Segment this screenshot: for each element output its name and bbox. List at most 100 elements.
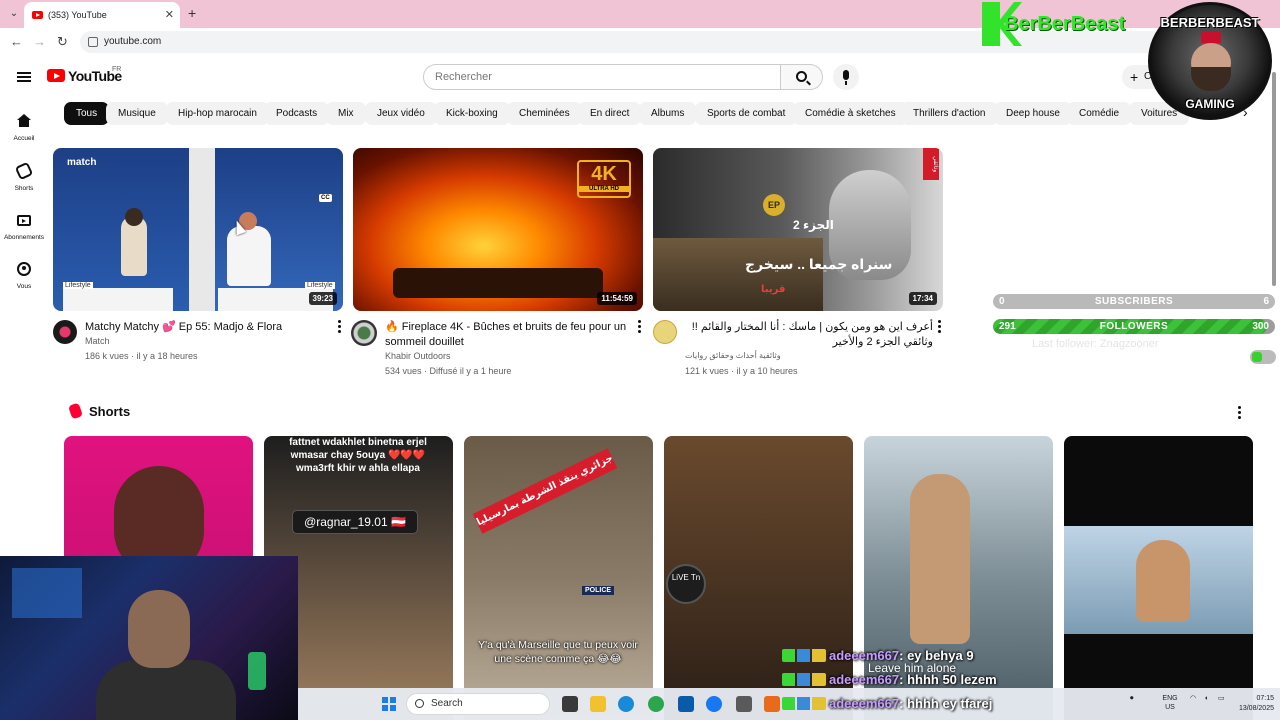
search-button[interactable] — [781, 64, 823, 90]
chip-deep-house[interactable]: Deep house — [994, 102, 1072, 125]
tab-list-button[interactable]: ⌄ — [6, 6, 22, 22]
video-card[interactable]: match Lifestyle Lifestyle CC 39:23 Match… — [53, 148, 345, 388]
sidebar-item-label: Abonnements — [3, 234, 45, 241]
sidebar-item-you[interactable]: Vous — [0, 252, 48, 296]
more-actions-icon[interactable] — [937, 320, 941, 334]
volume-icon[interactable]: ◖ — [1204, 694, 1208, 703]
guide-sidebar: Accueil Shorts Abonnements Vous — [0, 98, 48, 598]
video-title[interactable]: أعرف اين هو ومن يكون | ماسك : أنا المختا… — [685, 320, 933, 349]
voice-search-icon[interactable] — [833, 64, 859, 90]
youtube-favicon-icon — [32, 11, 43, 19]
chat-message: adeeem667: hhhh 50 lezem — [782, 672, 997, 692]
webcam-monitor — [12, 568, 82, 618]
chat-message: adeeem667: ey behya 9 — [782, 648, 974, 668]
back-arrow-icon[interactable]: ← — [10, 34, 23, 49]
new-tab-button[interactable]: + — [188, 5, 196, 21]
chip-en-direct[interactable]: En direct — [578, 102, 642, 125]
windows-start-icon[interactable] — [382, 697, 396, 711]
shorts-section-title: Shorts — [67, 402, 130, 420]
you-icon — [17, 262, 31, 276]
chip-comedie-a-sketches[interactable]: Comédie à sketches — [793, 102, 908, 125]
search-input[interactable]: Rechercher — [423, 64, 781, 90]
sidebar-item-home[interactable]: Accueil — [0, 104, 48, 148]
menu-icon[interactable] — [17, 72, 31, 82]
chip-sports-de-combat[interactable]: Sports de combat — [695, 102, 798, 125]
more-actions-icon[interactable] — [637, 320, 641, 334]
channel-avatar[interactable] — [351, 320, 377, 346]
subscriptions-icon — [17, 215, 31, 226]
clock-time: 07:15 — [1256, 695, 1274, 702]
filter-chips-bar: Tous Musique Hip-hop marocain Podcasts M… — [64, 102, 1264, 126]
chat-badges-icon — [782, 697, 826, 710]
shorts-more-icon[interactable] — [1238, 406, 1242, 420]
scrollbar-thumb[interactable] — [1272, 72, 1276, 286]
page-scrollbar[interactable] — [1270, 62, 1278, 688]
chip-jeux-video[interactable]: Jeux vidéo — [365, 102, 437, 125]
more-actions-icon[interactable] — [337, 320, 341, 334]
screen: { "browser": { "tab_title": "(353) YouTu… — [0, 0, 1280, 720]
video-thumbnail[interactable]: match Lifestyle Lifestyle CC 39:23 — [53, 148, 343, 311]
chat-badges-icon — [782, 649, 826, 662]
last-follower-text: Last follower: Znagzooner — [1032, 338, 1159, 350]
chat-badges-icon — [782, 673, 826, 686]
4k-badge-small: ULTRA HD — [579, 186, 629, 192]
goal-target: 300 — [1252, 321, 1269, 332]
reload-icon[interactable]: ↻ — [57, 34, 68, 50]
site-info-icon[interactable] — [88, 37, 98, 47]
microphone-tray-icon[interactable]: ⏺ — [1130, 694, 1134, 703]
fez-icon — [1201, 31, 1221, 43]
thumb-lifestyle-label: Lifestyle — [305, 282, 335, 289]
channel-name[interactable]: Khabir Outdoors — [385, 351, 451, 361]
youtube-logo-icon[interactable] — [47, 69, 65, 82]
chip-hiphop-marocain[interactable]: Hip-hop marocain — [166, 102, 269, 125]
obs-icon[interactable] — [736, 696, 752, 712]
video-thumbnail[interactable]: 4K ULTRA HD 11:54:59 — [353, 148, 643, 311]
wifi-icon[interactable]: ◠ — [1190, 694, 1196, 703]
channel-name[interactable]: Match — [85, 336, 110, 346]
facebook-icon[interactable] — [706, 696, 722, 712]
channel-name[interactable]: وثائقية أحداث وحقائق روايات — [685, 351, 781, 360]
channel-avatar[interactable] — [53, 320, 77, 344]
video-duration: 11:54:59 — [597, 292, 637, 305]
video-card[interactable]: 4K ULTRA HD 11:54:59 🔥 Fireplace 4K - Bû… — [351, 148, 645, 388]
channel-avatar[interactable] — [653, 320, 677, 344]
tab-close-icon[interactable]: ✕ — [165, 2, 174, 28]
video-title[interactable]: Matchy Matchy 💕 Ep 55: Madjo & Flora — [85, 320, 329, 335]
sidebar-item-subscriptions[interactable]: Abonnements — [0, 203, 48, 247]
webcam-head — [128, 590, 190, 668]
chip-comedie[interactable]: Comédie — [1067, 102, 1132, 125]
taskbar-search[interactable]: Search — [406, 693, 550, 715]
chrome-icon[interactable] — [648, 696, 664, 712]
edge-icon[interactable] — [618, 696, 634, 712]
forward-arrow-icon[interactable]: → — [33, 34, 46, 49]
chip-mix[interactable]: Mix — [326, 102, 366, 125]
thumb-panel — [189, 148, 215, 311]
short-card[interactable] — [1064, 436, 1253, 720]
chip-podcasts[interactable]: Podcasts — [264, 102, 330, 125]
chip-thrillers-daction[interactable]: Thrillers d'action — [901, 102, 998, 125]
chip-tous[interactable]: Tous — [64, 102, 110, 125]
language-indicator[interactable]: ENG US — [1160, 694, 1180, 712]
file-explorer-icon[interactable] — [590, 696, 606, 712]
chip-cheminees[interactable]: Cheminées — [507, 102, 582, 125]
short-card[interactable]: جزائري ينقذ الشرطة بمارسيليا POLICE Y'a … — [464, 436, 653, 720]
short-overlay-text: fattnet wdakhlet binetna erjel wmasar ch… — [289, 437, 427, 474]
thumb-logo: EP — [763, 194, 785, 216]
youtube-masthead: YouTube FR Rechercher +Créer — [0, 56, 1280, 98]
chip-kick-boxing[interactable]: Kick-boxing — [434, 102, 510, 125]
video-thumbnail[interactable]: EP الجزء 2 سنراه جميعا .. سيخرج قريبا وث… — [653, 148, 943, 311]
app-icon[interactable] — [764, 696, 780, 712]
video-card[interactable]: EP الجزء 2 سنراه جميعا .. سيخرج قريبا وث… — [653, 148, 945, 388]
taskbar-clock[interactable]: 07:15 13/08/2025 — [1238, 694, 1274, 714]
battery-icon[interactable]: ▭ — [1218, 694, 1225, 703]
task-view-icon[interactable] — [562, 696, 578, 712]
video-title[interactable]: 🔥 Fireplace 4K - Bûches et bruits de feu… — [385, 320, 629, 349]
sidebar-item-shorts[interactable]: Shorts — [0, 154, 48, 198]
streamer-webcam — [0, 556, 298, 720]
chat-text: : ey behya 9 — [899, 648, 974, 663]
store-icon[interactable] — [678, 696, 694, 712]
chip-albums[interactable]: Albums — [639, 102, 697, 125]
browser-tab-youtube[interactable]: (353) YouTube ✕ — [24, 2, 180, 28]
region-code: FR — [112, 66, 122, 73]
chip-musique[interactable]: Musique — [106, 102, 168, 125]
